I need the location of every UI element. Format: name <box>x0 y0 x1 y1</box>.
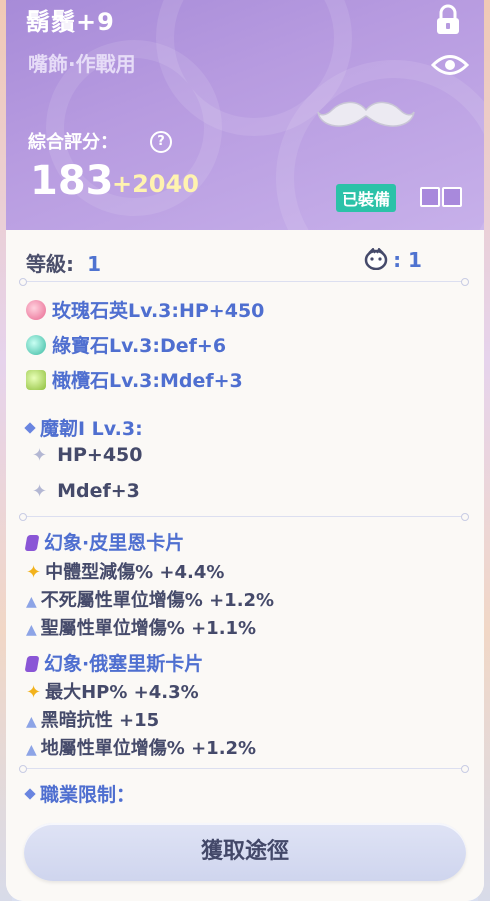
score-bonus: +2040 <box>112 170 199 198</box>
score-label: 綜合評分： <box>28 132 118 153</box>
pet-row: : 1 <box>364 247 422 272</box>
gem-row: 橄欖石Lv.3:Mdef+3 <box>26 366 243 393</box>
card-effect-text: 聖屬性單位增傷% +1.1% <box>40 618 257 639</box>
card-effect-text: 最大HP% +4.3% <box>45 682 199 703</box>
slot-icon <box>420 187 440 207</box>
item-header: 鬍鬚+9 嘴飾·作戰用 綜合評分： ? 183 +2040 已裝備 <box>6 0 484 230</box>
refine-stat: ✦ HP+450 <box>32 444 143 466</box>
gem-text: 玫瑰石英Lv.3:HP+450 <box>52 300 265 322</box>
refine-title: 魔韌I Lv.3: <box>40 418 143 440</box>
peridot-icon <box>26 370 46 390</box>
lock-icon[interactable] <box>434 4 462 36</box>
refine-title-row: 魔韌I Lv.3: <box>24 414 143 441</box>
item-type: 嘴飾·作戰用 <box>28 52 136 76</box>
triangle-icon: ▲ <box>26 622 37 638</box>
mustache-icon <box>317 101 415 127</box>
card-title: 幻象·俄塞里斯卡片 <box>44 653 204 675</box>
star-icon: ✦ <box>26 682 42 703</box>
card-effect-text: 黑暗抗性 +15 <box>40 710 160 731</box>
triangle-icon: ▲ <box>26 742 37 758</box>
card-title-row: 幻象·皮里恩卡片 <box>24 528 185 555</box>
help-icon[interactable]: ? <box>150 131 172 153</box>
level-value: 1 <box>87 252 102 276</box>
diamond-icon <box>24 422 36 434</box>
gem-text: 綠寶石Lv.3:Def+6 <box>52 335 227 357</box>
level-label: 等級: <box>26 252 74 276</box>
job-limit-row: 職業限制： <box>24 780 136 807</box>
equipped-badge: 已裝備 <box>336 184 397 212</box>
card-effect-text: 地屬性單位增傷% +1.2% <box>40 738 257 759</box>
item-body: 等級: 1 : 1 玫瑰石英Lv.3:HP+450 綠寶石Lv.3:Def+6 … <box>6 230 484 901</box>
refine-stat-text: HP+450 <box>57 444 143 466</box>
card-effect: ✦ 最大HP% +4.3% <box>26 678 199 704</box>
emerald-icon <box>26 335 46 355</box>
pet-value: : 1 <box>393 248 422 272</box>
refine-stat-text: Mdef+3 <box>57 480 140 502</box>
card-effect: ▲ 黑暗抗性 +15 <box>26 706 159 732</box>
gem-text: 橄欖石Lv.3:Mdef+3 <box>52 370 243 392</box>
triangle-icon: ▲ <box>26 714 37 730</box>
diamond-icon <box>24 788 36 800</box>
item-detail-card: 鬍鬚+9 嘴飾·作戰用 綜合評分： ? 183 +2040 已裝備 等級: 1 <box>6 0 484 901</box>
sparkle-icon: ✦ <box>32 481 48 502</box>
card-effect: ▲ 不死屬性單位增傷% +1.2% <box>26 586 274 612</box>
divider <box>19 278 469 286</box>
card-effect: ▲ 地屬性單位增傷% +1.2% <box>26 734 256 760</box>
card-effect-text: 不死屬性單位增傷% +1.2% <box>40 590 275 611</box>
eye-icon[interactable] <box>430 50 470 80</box>
slot-icon <box>442 187 462 207</box>
obtain-route-button[interactable]: 獲取途徑 <box>24 823 466 881</box>
card-effect: ▲ 聖屬性單位增傷% +1.1% <box>26 614 256 640</box>
job-limit-label: 職業限制： <box>40 784 136 806</box>
level-row: 等級: 1 <box>26 248 101 277</box>
card-title: 幻象·皮里恩卡片 <box>44 532 185 554</box>
rose-quartz-icon <box>26 300 46 320</box>
card-icon <box>24 535 40 551</box>
pet-icon <box>364 247 388 271</box>
card-effect-text: 中體型減傷% +4.4% <box>45 562 225 583</box>
gem-row: 綠寶石Lv.3:Def+6 <box>26 331 226 358</box>
score-value: 183 <box>30 158 114 204</box>
refine-stat: ✦ Mdef+3 <box>32 480 140 502</box>
divider <box>19 765 469 773</box>
card-effect: ✦ 中體型減傷% +4.4% <box>26 558 224 584</box>
card-title-row: 幻象·俄塞里斯卡片 <box>24 649 204 676</box>
gem-row: 玫瑰石英Lv.3:HP+450 <box>26 296 264 323</box>
sparkle-icon: ✦ <box>32 445 48 466</box>
divider <box>19 513 469 521</box>
item-name: 鬍鬚+9 <box>26 8 115 36</box>
star-icon: ✦ <box>26 562 42 583</box>
card-icon <box>24 656 40 672</box>
triangle-icon: ▲ <box>26 594 37 610</box>
